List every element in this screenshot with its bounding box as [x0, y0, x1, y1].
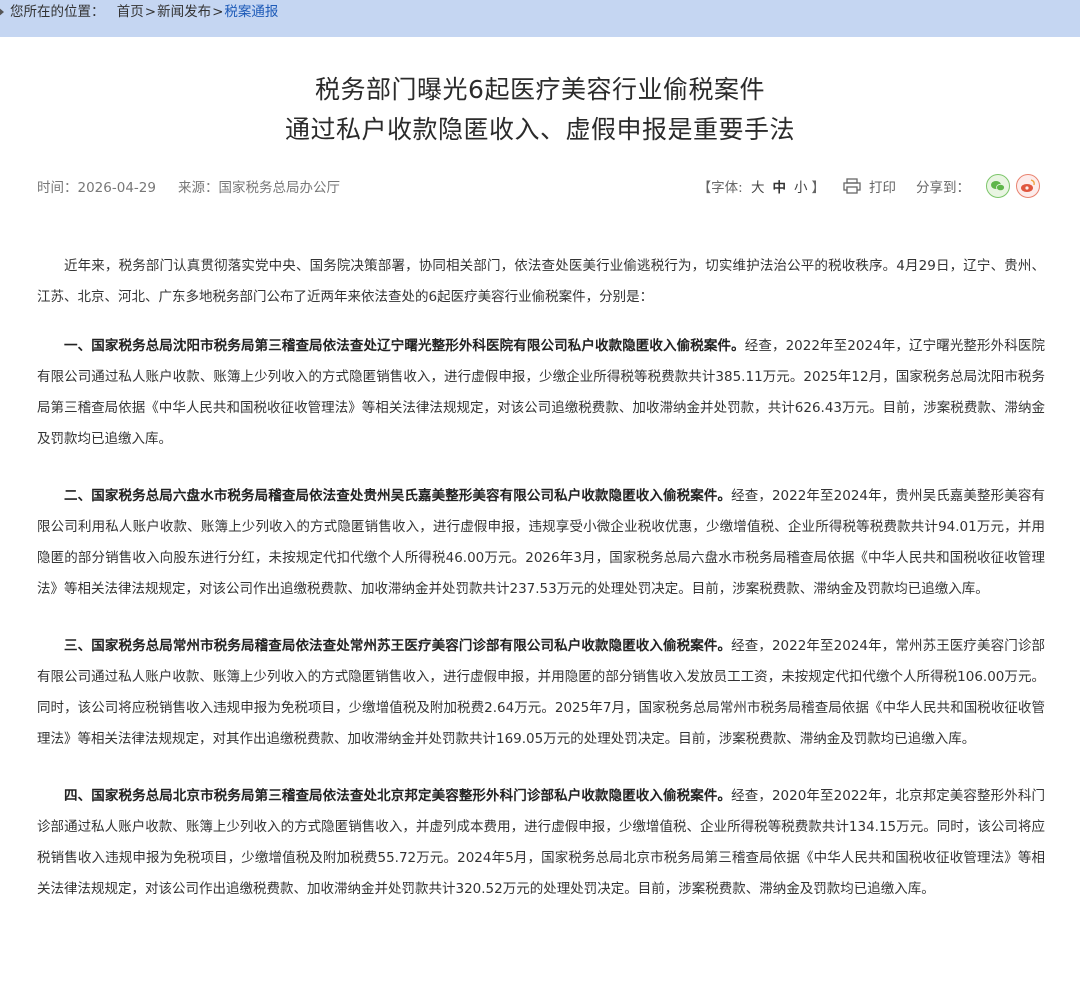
breadcrumb-separator: >: [212, 4, 224, 20]
article-paragraph: 一、国家税务总局沈阳市税务局第三稽查局依法查处辽宁曙光整形外科医院有限公司私户收…: [37, 331, 1045, 455]
font-size-control: 【字体: 大中小】: [698, 176, 825, 196]
breadcrumb-current-link[interactable]: 税案通报: [224, 4, 278, 20]
paragraph-text: 经查，2022年至2024年，贵州吴氏嘉美整形美容有限公司利用私人账户收款、账簿…: [37, 488, 1045, 597]
breadcrumb-bar: 您所在的位置： 首页>新闻发布>税案通报: [0, 0, 1080, 37]
font-small-button[interactable]: 小: [794, 180, 808, 196]
article-tools: 【字体: 大中小】 打印 分享到：: [698, 172, 1040, 200]
weibo-icon[interactable]: [1016, 174, 1040, 198]
source-label: 来源：: [177, 180, 219, 196]
case-heading: 四、国家税务总局北京市税务局第三稽查局依法查处北京邦定美容整形外科门诊部私户收款…: [64, 788, 732, 804]
paragraph-text: 近年来，税务部门认真贯彻落实党中央、国务院决策部署，协同相关部门，依法查处医美行…: [37, 258, 1045, 305]
time-label: 时间：: [37, 180, 78, 196]
paragraph-text: 经查，2020年至2022年，北京邦定美容整形外科门诊部通过私人账户收款、账簿上…: [37, 788, 1045, 897]
paragraph-text: 经查，2022年至2024年，常州苏王医疗美容门诊部有限公司通过私人账户收款、账…: [37, 638, 1045, 747]
case-heading: 一、国家税务总局沈阳市税务局第三稽查局依法查处辽宁曙光整形外科医院有限公司私户收…: [64, 338, 745, 354]
article-body: 近年来，税务部门认真贯彻落实党中央、国务院决策部署，协同相关部门，依法查处医美行…: [37, 251, 1045, 931]
article-paragraph: 四、国家税务总局北京市税务局第三稽查局依法查处北京邦定美容整形外科门诊部私户收款…: [37, 781, 1045, 905]
wechat-icon[interactable]: [986, 174, 1010, 198]
article-title-line2: 通过私户收款隐匿收入、虚假申报是重要手法: [284, 115, 795, 144]
paragraph-text: 经查，2022年至2024年，辽宁曙光整形外科医院有限公司通过私人账户收款、账簿…: [37, 338, 1046, 447]
font-medium-button[interactable]: 中: [773, 180, 787, 196]
font-label: 【字体:: [697, 180, 743, 196]
article-paragraph: 二、国家税务总局六盘水市税务局稽查局依法查处贵州吴氏嘉美整形美容有限公司私户收款…: [37, 481, 1045, 605]
breadcrumb: 您所在的位置： 首页>新闻发布>税案通报: [10, 0, 278, 25]
breadcrumb-separator: >: [144, 4, 157, 20]
article-title-line1: 税务部门曝光6起医疗美容行业偷税案件: [315, 75, 765, 104]
case-heading: 三、国家税务总局常州市税务局稽查局依法查处常州苏王医疗美容门诊部有限公司私户收款…: [64, 638, 732, 654]
source-value: 国家税务总局办公厅: [218, 180, 340, 196]
article-meta: 时间：2026-04-29 来源：国家税务总局办公厅: [37, 176, 340, 196]
breadcrumb-home-link[interactable]: 首页: [117, 4, 144, 20]
breadcrumb-label: 您所在的位置：: [10, 4, 105, 20]
printer-icon[interactable]: [843, 178, 861, 194]
publish-date: 2026-04-29: [77, 180, 156, 196]
case-heading: 二、国家税务总局六盘水市税务局稽查局依法查处贵州吴氏嘉美整形美容有限公司私户收款…: [64, 488, 732, 504]
font-label-close: 】: [811, 180, 826, 196]
article-paragraph: 近年来，税务部门认真贯彻落实党中央、国务院决策部署，协同相关部门，依法查处医美行…: [37, 251, 1045, 313]
share-label: 分享到：: [916, 180, 970, 196]
breadcrumb-news-link[interactable]: 新闻发布: [157, 4, 211, 20]
print-button[interactable]: 打印: [869, 176, 896, 196]
font-large-button[interactable]: 大: [751, 180, 765, 196]
article-paragraph: 三、国家税务总局常州市税务局稽查局依法查处常州苏王医疗美容门诊部有限公司私户收款…: [37, 631, 1045, 755]
breadcrumb-arrow-icon: [0, 7, 4, 17]
